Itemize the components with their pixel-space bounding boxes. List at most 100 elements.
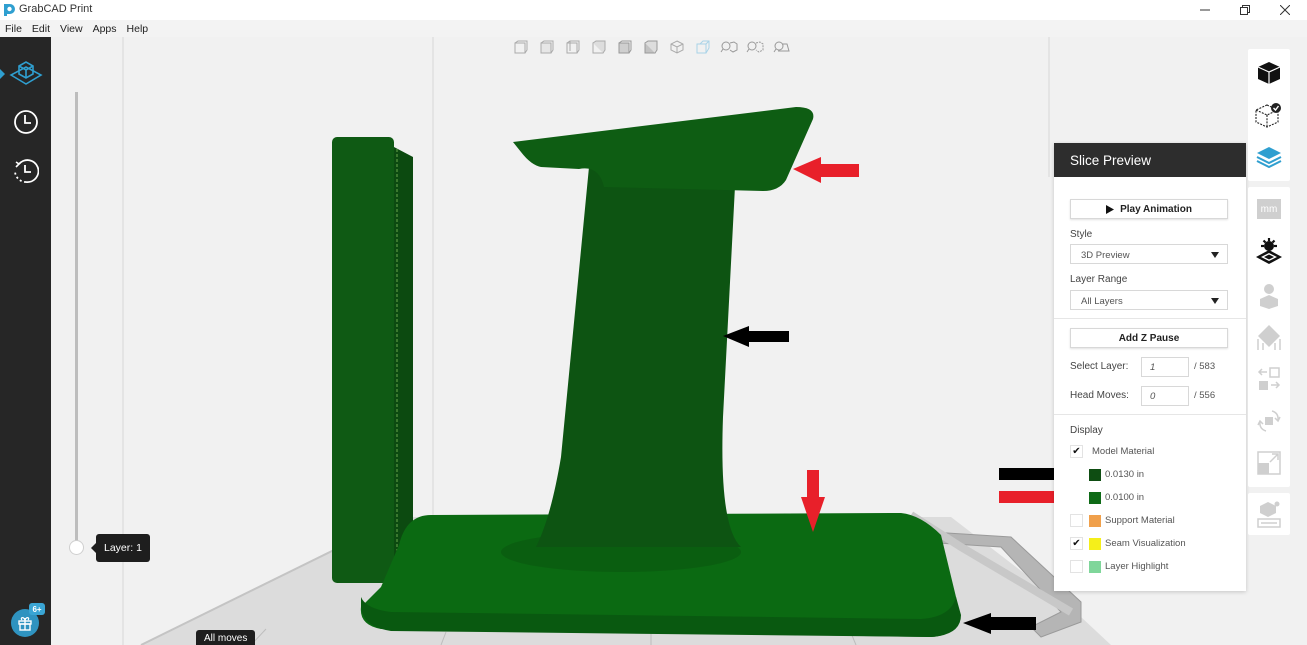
gift-icon — [18, 617, 32, 631]
layer-range-value: All Layers — [1081, 296, 1123, 307]
arrange-button[interactable] — [1248, 359, 1290, 399]
view-right-button[interactable] — [589, 38, 609, 56]
box-on-plate-icon — [8, 61, 43, 85]
view-bottom-button[interactable] — [641, 38, 661, 56]
head-moves-label: Head Moves: — [1070, 390, 1129, 401]
model-material-label: Model Material — [1092, 446, 1155, 457]
zoom-selection-button[interactable] — [745, 38, 765, 56]
nav-schedule[interactable] — [0, 100, 51, 144]
view-top-button[interactable] — [615, 38, 635, 56]
head-moves-total: / 556 — [1194, 390, 1216, 401]
zoom-model-icon — [720, 41, 738, 53]
fit-view-icon — [696, 40, 710, 54]
menu-help[interactable]: Help — [122, 23, 154, 35]
units-mm-icon: mm — [1257, 199, 1281, 219]
minimize-button[interactable] — [1185, 0, 1225, 20]
restore-icon — [1240, 5, 1250, 15]
layer-highlight-swatch — [1089, 561, 1101, 573]
style-value: 3D Preview — [1081, 250, 1130, 261]
menu-view[interactable]: View — [55, 23, 88, 35]
chevron-down-icon — [1211, 298, 1219, 304]
clock-icon — [13, 110, 38, 134]
layer-range-select[interactable]: All Layers — [1070, 290, 1228, 310]
rotate-button[interactable] — [1248, 401, 1290, 441]
right-toolbar-tray — [1248, 493, 1290, 535]
seam-visualization-swatch — [1089, 538, 1101, 550]
zoom-model-button[interactable] — [719, 38, 739, 56]
close-button[interactable] — [1265, 0, 1305, 20]
view-fit-button[interactable] — [693, 38, 713, 56]
panel-title: Slice Preview — [1054, 143, 1246, 177]
style-label: Style — [1070, 229, 1093, 240]
cube-right-icon — [592, 40, 606, 54]
model-material-checkbox[interactable]: ✔ — [1070, 445, 1083, 458]
slice-preview-icon — [1256, 147, 1282, 169]
nav-history[interactable] — [0, 149, 51, 193]
cube-iso-icon — [670, 40, 684, 54]
seam-visualization-checkbox[interactable]: ✔ — [1070, 537, 1083, 550]
print-settings-button[interactable] — [1248, 232, 1290, 272]
close-icon — [1280, 5, 1290, 15]
history-clock-icon — [13, 159, 39, 183]
model-column — [536, 167, 741, 547]
3d-viewport[interactable]: Layer: 1 All moves Slice Preview Play An… — [51, 37, 1307, 645]
minimize-icon — [1200, 9, 1210, 11]
display-label: Display — [1070, 425, 1103, 436]
all-moves-tab[interactable]: All moves — [196, 630, 256, 645]
orient-button[interactable] — [1248, 317, 1290, 357]
chevron-down-icon — [1211, 252, 1219, 258]
support-material-checkbox[interactable] — [1070, 514, 1083, 527]
layer-tooltip: Layer: 1 — [91, 534, 150, 562]
orient-icon — [1257, 325, 1281, 350]
divider — [1054, 414, 1246, 415]
cube-bottom-icon — [644, 40, 658, 54]
restore-button[interactable] — [1225, 0, 1265, 20]
view-front-button[interactable] — [511, 38, 531, 56]
add-z-pause-button[interactable]: Add Z Pause — [1070, 328, 1228, 348]
add-model-icon — [1257, 62, 1281, 84]
zoom-selection-icon — [746, 41, 764, 53]
menu-bar: File Edit View Apps Help — [0, 20, 1307, 37]
view-back-button[interactable] — [537, 38, 557, 56]
tray-settings-button[interactable] — [1248, 494, 1290, 534]
check-model-button[interactable] — [1248, 95, 1290, 135]
layer-slider-track[interactable] — [75, 92, 78, 548]
add-model-button[interactable] — [1248, 53, 1290, 93]
arrange-icon — [1257, 367, 1281, 390]
view-iso-button[interactable] — [667, 38, 687, 56]
menu-apps[interactable]: Apps — [88, 23, 122, 35]
style-select[interactable]: 3D Preview — [1070, 244, 1228, 264]
menu-file[interactable]: File — [0, 23, 27, 35]
layer-slider-handle[interactable] — [69, 540, 84, 555]
right-toolbar-settings: mm — [1248, 187, 1290, 487]
units-label: mm — [1260, 203, 1278, 215]
annotation-arrow-red — [793, 157, 859, 183]
cube-back-icon — [540, 40, 554, 54]
zoom-plate-icon — [773, 41, 790, 53]
select-layer-total: / 583 — [1194, 361, 1216, 372]
nav-prepare[interactable] — [0, 50, 51, 94]
cube-left-icon — [566, 40, 580, 54]
play-icon — [1106, 204, 1115, 214]
cube-front-icon — [514, 40, 528, 54]
layer-0130-label: 0.0130 in — [1105, 469, 1145, 480]
cube-top-icon — [618, 40, 632, 54]
support-material-label: Support Material — [1105, 515, 1175, 526]
zoom-plate-button[interactable] — [771, 38, 791, 56]
menu-edit[interactable]: Edit — [27, 23, 55, 35]
annotation-arrow-black — [723, 326, 789, 347]
model-settings-button[interactable] — [1248, 275, 1290, 315]
units-button[interactable]: mm — [1248, 189, 1290, 229]
layer-0130-swatch — [1089, 469, 1101, 481]
select-layer-input[interactable]: 1 — [1141, 357, 1189, 377]
head-moves-input[interactable]: 0 — [1141, 386, 1189, 406]
view-left-button[interactable] — [563, 38, 583, 56]
slice-preview-button[interactable] — [1248, 137, 1290, 177]
right-toolbar-primary — [1248, 49, 1290, 181]
model-left-tall — [332, 137, 394, 583]
layer-highlight-checkbox[interactable] — [1070, 560, 1083, 573]
rotate-icon — [1257, 410, 1281, 432]
scale-button[interactable] — [1248, 443, 1290, 483]
notification-badge: 6+ — [29, 603, 45, 615]
play-animation-button[interactable]: Play Animation — [1070, 199, 1228, 219]
